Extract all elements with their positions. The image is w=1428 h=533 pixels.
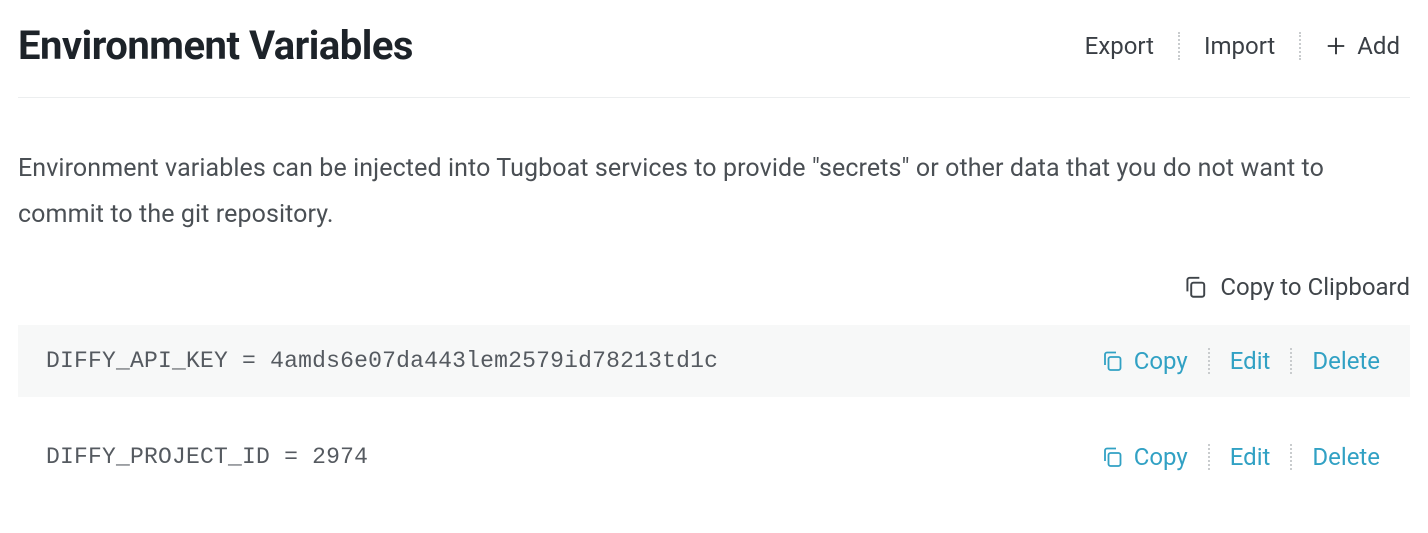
header: Environment Variables Export Import Add (18, 22, 1410, 98)
envvar-value: 4amds6e07da443lem2579id78213td1c (270, 348, 718, 374)
copy-to-clipboard-button[interactable]: Copy to Clipboard (18, 273, 1410, 301)
separator (1208, 444, 1210, 470)
separator (1290, 348, 1292, 374)
delete-button[interactable]: Delete (1312, 347, 1380, 375)
add-label: Add (1357, 32, 1400, 60)
equals-sign: = (242, 348, 270, 374)
separator (1178, 32, 1180, 60)
envvar-row: DIFFY_PROJECT_ID = 2974 Copy Edit Delete (18, 421, 1410, 493)
import-button[interactable]: Import (1194, 32, 1285, 60)
envvar-key: DIFFY_API_KEY (46, 348, 228, 374)
separator (1299, 32, 1301, 60)
copy-icon (1182, 274, 1208, 300)
copy-all-label: Copy to Clipboard (1220, 273, 1410, 301)
edit-button[interactable]: Edit (1230, 347, 1271, 375)
header-actions: Export Import Add (1075, 32, 1410, 60)
copy-button[interactable]: Copy (1100, 347, 1188, 375)
separator (1208, 348, 1210, 374)
description-text: Environment variables can be injected in… (18, 146, 1410, 239)
plus-icon (1325, 35, 1347, 57)
copy-label: Copy (1134, 347, 1188, 375)
copy-button[interactable]: Copy (1100, 443, 1188, 471)
envvar-row: DIFFY_API_KEY = 4amds6e07da443lem2579id7… (18, 325, 1410, 397)
row-spacer (18, 397, 1410, 421)
envvar-key: DIFFY_PROJECT_ID (46, 444, 270, 470)
delete-button[interactable]: Delete (1312, 443, 1380, 471)
envvar-value: 2974 (312, 444, 368, 470)
envvar-kv: DIFFY_PROJECT_ID = 2974 (46, 444, 368, 470)
add-button[interactable]: Add (1315, 32, 1410, 60)
envvar-kv: DIFFY_API_KEY = 4amds6e07da443lem2579id7… (46, 348, 718, 374)
row-actions: Copy Edit Delete (1100, 347, 1380, 375)
equals-sign: = (284, 444, 312, 470)
export-button[interactable]: Export (1075, 32, 1164, 60)
copy-icon (1100, 349, 1124, 373)
page-title: Environment Variables (18, 22, 413, 69)
edit-button[interactable]: Edit (1230, 443, 1271, 471)
copy-icon (1100, 445, 1124, 469)
copy-label: Copy (1134, 443, 1188, 471)
separator (1290, 444, 1292, 470)
row-actions: Copy Edit Delete (1100, 443, 1380, 471)
